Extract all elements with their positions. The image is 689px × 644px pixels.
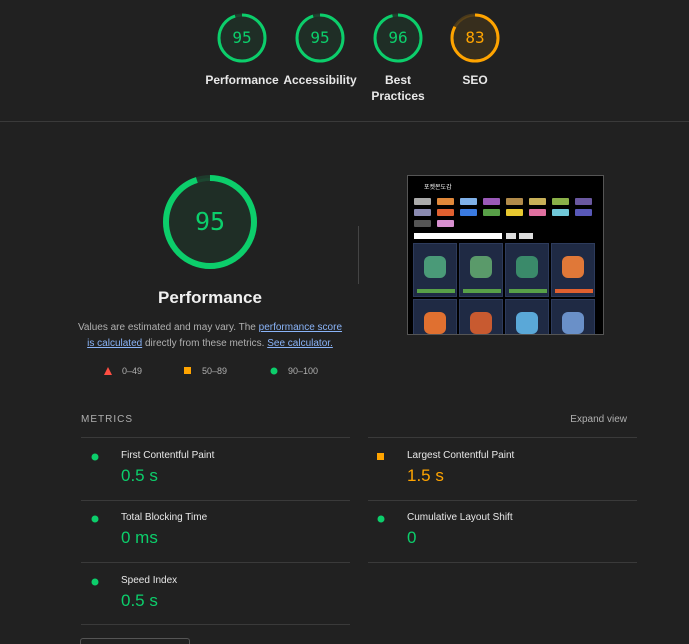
performance-gauge: 95 xyxy=(160,172,260,272)
divider xyxy=(358,226,359,284)
square-icon xyxy=(184,367,191,374)
expand-view-button[interactable]: Expand view xyxy=(570,414,627,425)
metric-value: 0 xyxy=(407,528,417,547)
metric-value: 0 ms xyxy=(121,528,158,547)
view-treemap-button[interactable] xyxy=(80,638,190,644)
screenshot-header: 포켓몬도감 xyxy=(424,185,452,191)
circle-icon xyxy=(91,453,99,461)
gauge-label: SEO xyxy=(462,73,488,87)
divider xyxy=(81,437,350,438)
divider xyxy=(368,562,637,563)
divider xyxy=(368,437,637,438)
metric-value: 0.5 s xyxy=(121,591,158,610)
gauge-best-practices[interactable]: 96 Best Practices xyxy=(358,12,438,104)
gauge-label: Performance xyxy=(205,73,279,87)
legend-average: 50–89 xyxy=(184,366,227,376)
divider xyxy=(81,624,350,625)
metric-value: 1.5 s xyxy=(407,466,444,485)
square-icon xyxy=(377,453,384,460)
divider xyxy=(368,500,637,501)
gauge-label: Accessibility xyxy=(283,73,357,87)
gauge-performance[interactable]: 95 Performance xyxy=(202,12,282,88)
performance-description: Values are estimated and may vary. The p… xyxy=(77,322,343,349)
category-header: 95 Performance 95 Accessibility 96 Best … xyxy=(0,0,689,122)
performance-score: 95 xyxy=(194,207,226,236)
legend-fail: 0–49 xyxy=(104,366,142,376)
gauge-score: 83 xyxy=(465,28,485,47)
legend-pass: 90–100 xyxy=(270,366,318,376)
performance-title: Performance xyxy=(158,288,262,307)
circle-icon xyxy=(91,578,99,586)
gauge-score: 95 xyxy=(232,28,252,47)
divider xyxy=(81,562,350,563)
metrics-heading: METRICS xyxy=(81,414,133,425)
gauge-score: 96 xyxy=(388,28,408,47)
circle-icon xyxy=(377,515,385,523)
circle-icon xyxy=(270,367,278,375)
triangle-icon xyxy=(104,367,112,375)
metric-value: 0.5 s xyxy=(121,466,158,485)
gauge-accessibility[interactable]: 95 Accessibility xyxy=(280,12,360,88)
divider xyxy=(81,500,350,501)
gauge-seo[interactable]: 83 SEO xyxy=(435,12,515,88)
gauge-score: 95 xyxy=(310,28,330,47)
gauge-label: Best Practices xyxy=(371,73,425,103)
page-screenshot[interactable]: 포켓몬도감 xyxy=(407,175,604,335)
circle-icon xyxy=(91,515,99,523)
calculator-link[interactable]: See calculator. xyxy=(267,338,333,349)
